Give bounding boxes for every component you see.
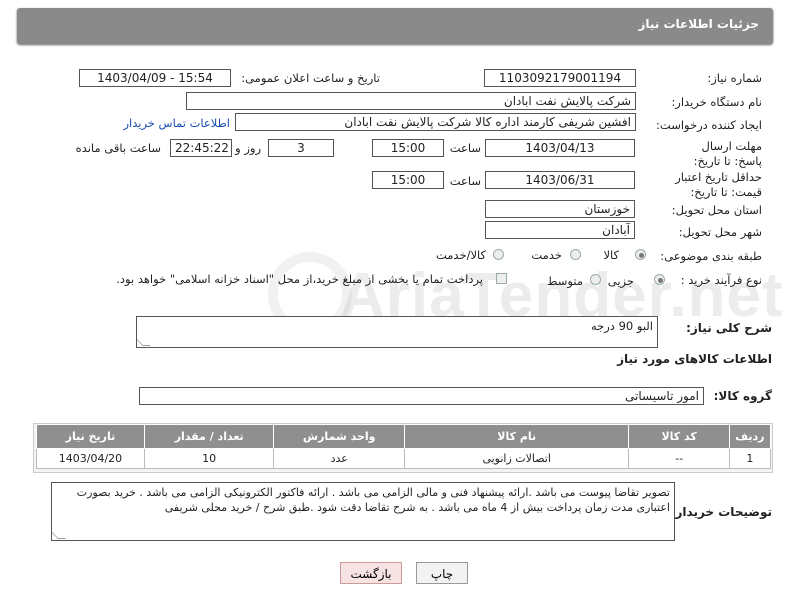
- page-header: جزئیات اطلاعات نیاز: [17, 8, 773, 44]
- process-minor-label: جزیی: [607, 274, 634, 288]
- col-header-unit: واحد شمارش: [273, 424, 405, 449]
- goods-group-field: امور تاسیساتی: [139, 387, 704, 405]
- category-both-radio[interactable]: [493, 249, 504, 260]
- days-field: 3: [268, 139, 334, 157]
- summary-field: البو 90 درجه: [136, 316, 658, 348]
- treasury-payment-checkbox[interactable]: [496, 273, 507, 284]
- cell-need-date: 1403/04/20: [36, 448, 145, 469]
- goods-section-title: اطلاعات کالاهای مورد نیاز: [617, 352, 772, 366]
- need-number-field: 1103092179001194: [484, 69, 636, 87]
- table-row: 1 -- اتصالات زانویی عدد 10 1403/04/20: [36, 448, 772, 469]
- price-validity-label: حداقل تاریخ اعتبار قیمت: تا تاریخ:: [675, 170, 762, 199]
- cell-unit: عدد: [273, 448, 405, 469]
- category-service-label: خدمت: [531, 248, 562, 262]
- process-medium-radio[interactable]: [590, 274, 601, 285]
- province-field: خوزستان: [485, 200, 635, 218]
- back-button[interactable]: بازگشت: [340, 562, 402, 584]
- price-validity-time-field: 15:00: [372, 171, 444, 189]
- category-goods-radio[interactable]: [635, 249, 646, 260]
- price-validity-time-label: ساعت: [449, 174, 481, 188]
- announce-date-label: تاریخ و ساعت اعلان عمومی:: [241, 71, 380, 85]
- category-service-radio[interactable]: [570, 249, 581, 260]
- reply-deadline-date-field: 1403/04/13: [485, 139, 635, 157]
- summary-label: شرح کلی نیاز:: [686, 321, 772, 335]
- buyer-org-field: شرکت پالایش نفت ابادان: [186, 92, 636, 110]
- city-label: شهر محل تحویل:: [678, 225, 762, 239]
- buyer-notes-field: تصویر تقاضا پیوست می باشد .ارائه پیشنهاد…: [51, 482, 675, 541]
- col-header-item-name: نام کالا: [403, 424, 630, 449]
- print-button[interactable]: چاپ: [416, 562, 468, 584]
- items-table: ردیف کد کالا نام کالا واحد شمارش تعداد /…: [36, 424, 772, 469]
- category-goods-label: کالا: [603, 248, 619, 262]
- cell-item-name: اتصالات زانویی: [403, 448, 630, 469]
- province-label: استان محل تحویل:: [671, 203, 762, 217]
- resize-grip-icon[interactable]: [137, 338, 151, 346]
- remaining-time-label: ساعت باقی مانده: [75, 141, 161, 155]
- page-title: جزئیات اطلاعات نیاز: [638, 17, 759, 31]
- cell-quantity: 10: [143, 448, 275, 469]
- buyer-notes-label: توضیحات خریدار:: [670, 505, 772, 519]
- goods-group-label: گروه کالا:: [713, 389, 772, 403]
- category-both-label: کالا/خدمت: [435, 248, 486, 262]
- process-medium-label: متوسط: [546, 274, 583, 288]
- summary-value: البو 90 درجه: [590, 319, 653, 333]
- requester-label: ایجاد کننده درخواست:: [656, 118, 762, 132]
- treasury-payment-note: پرداخت تمام یا بخشی از مبلغ خرید،از محل …: [116, 272, 483, 286]
- buyer-org-label: نام دستگاه خریدار:: [671, 95, 762, 109]
- city-field: آبادان: [485, 221, 635, 239]
- announce-date-field: 1403/04/09 - 15:54: [79, 69, 231, 87]
- process-minor-radio[interactable]: [654, 274, 665, 285]
- col-header-quantity: تعداد / مقدار: [143, 424, 275, 449]
- need-number-label: شماره نیاز:: [707, 71, 762, 85]
- days-label: روز و: [235, 141, 261, 155]
- reply-deadline-time-field: 15:00: [372, 139, 444, 157]
- requester-field: افشین شریفی کارمند اداره کالا شرکت پالای…: [235, 113, 636, 131]
- cell-item-code: --: [628, 448, 730, 469]
- col-header-need-date: تاریخ نیاز: [36, 424, 145, 449]
- buyer-contact-link[interactable]: اطلاعات تماس خریدار: [123, 116, 230, 130]
- remaining-time-field: 22:45:22: [170, 139, 232, 157]
- reply-deadline-time-label: ساعت: [449, 141, 481, 155]
- table-header-row: ردیف کد کالا نام کالا واحد شمارش تعداد /…: [36, 424, 772, 449]
- cell-row-number: 1: [728, 448, 772, 469]
- reply-deadline-label: مهلت ارسال پاسخ: تا تاریخ:: [693, 139, 762, 168]
- category-label: طبقه بندی موضوعی:: [660, 249, 762, 263]
- price-validity-date-field: 1403/06/31: [485, 171, 635, 189]
- buyer-notes-value: تصویر تقاضا پیوست می باشد .ارائه پیشنهاد…: [76, 486, 670, 514]
- col-header-row-number: ردیف: [728, 424, 772, 449]
- resize-grip-icon[interactable]: [52, 531, 66, 539]
- process-label: نوع فرآیند خرید :: [680, 273, 762, 287]
- col-header-item-code: کد کالا: [628, 424, 730, 449]
